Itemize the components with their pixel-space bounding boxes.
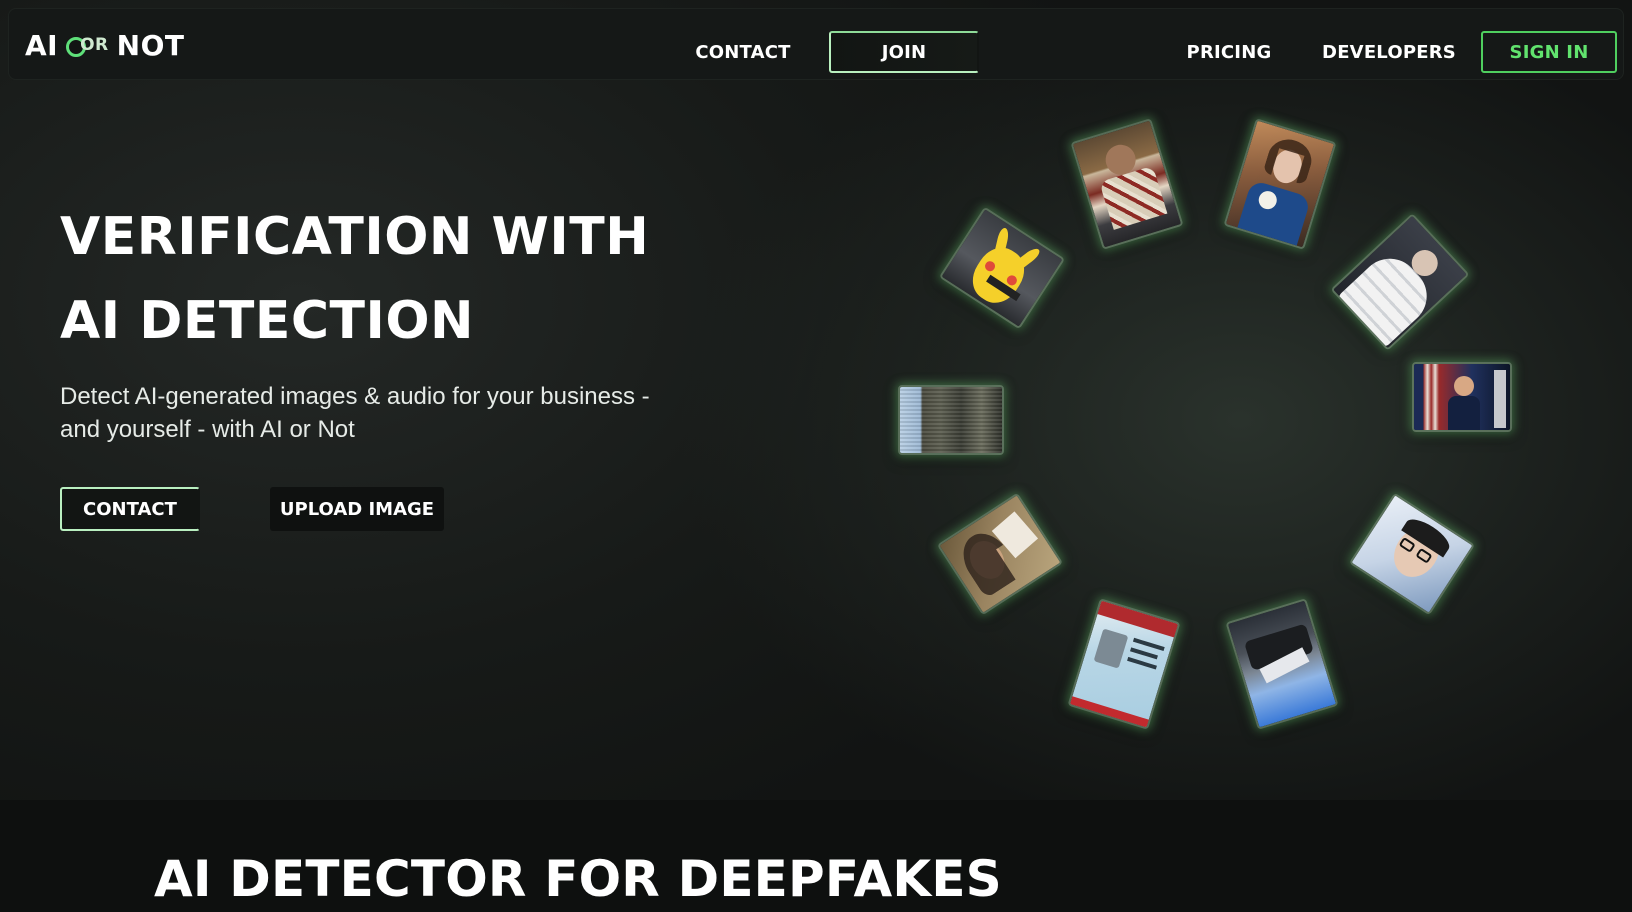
logo-or-text: OR (66, 35, 109, 57)
hero-contact-button[interactable]: CONTACT (60, 487, 200, 531)
white-puffer-jacket-image[interactable] (1330, 213, 1470, 351)
hero-subtitle-line-2: and yourself - with AI or Not (60, 416, 355, 443)
political-poster-image[interactable] (1412, 362, 1512, 432)
image-ring-gallery (0, 0, 1632, 912)
logo-ai-text: AI (25, 28, 59, 62)
man-floral-shirt-image[interactable] (1070, 118, 1184, 250)
logo-or-label: OR (80, 35, 109, 55)
top-navbar: AI OR NOT CONTACT JOIN PRICING DEVELOPER… (8, 8, 1624, 80)
nav-developers-link[interactable]: DEVELOPERS (1319, 31, 1459, 73)
hero-subtitle-line-1: Detect AI-generated images & audio for y… (60, 383, 650, 410)
hero-subtitle: Detect AI-generated images & audio for y… (60, 380, 680, 446)
nav-pricing-link[interactable]: PRICING (1169, 31, 1289, 73)
crowd-aerial-image[interactable] (898, 385, 1004, 455)
logo-not-text: NOT (116, 28, 185, 62)
hero-title: VERIFICATION WITH AI DETECTION (60, 195, 760, 363)
woman-portrait-image[interactable] (1223, 118, 1337, 250)
page: AI OR NOT CONTACT JOIN PRICING DEVELOPER… (0, 0, 1632, 912)
pikachu-image[interactable] (938, 206, 1066, 330)
logo[interactable]: AI OR NOT (25, 27, 184, 63)
sign-in-button[interactable]: SIGN IN (1481, 31, 1617, 73)
nav-contact-link[interactable]: CONTACT (683, 31, 803, 73)
hero-title-line-1: VERIFICATION WITH (60, 207, 650, 267)
woman-selfie-image[interactable] (936, 492, 1064, 616)
section-title: AI DETECTOR FOR DEEPFAKES (154, 850, 1002, 908)
hero-title-line-2: AI DETECTION (60, 291, 475, 351)
nav-join-button[interactable]: JOIN (829, 31, 979, 73)
id-card-image[interactable] (1067, 598, 1181, 730)
upload-image-button[interactable]: UPLOAD IMAGE (270, 487, 444, 531)
man-glasses-image[interactable] (1348, 492, 1476, 616)
crashed-vehicle-image[interactable] (1225, 598, 1339, 730)
